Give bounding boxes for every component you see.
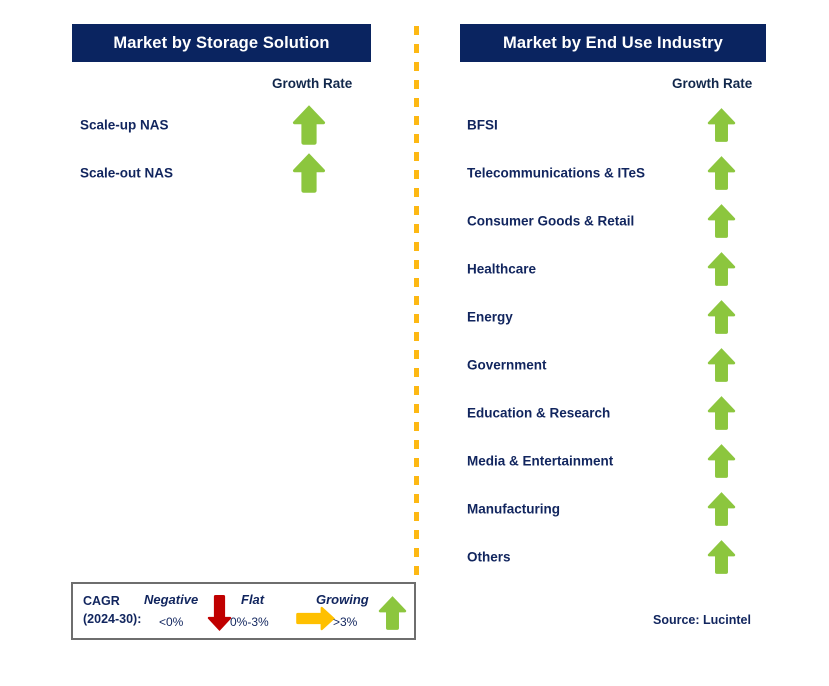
table-row: Telecommunications & ITeS — [419, 149, 829, 197]
growth-rate-column-header: Growth Rate — [272, 76, 353, 91]
legend-range-growing: >3% — [333, 615, 358, 629]
row-label: Telecommunications & ITeS — [467, 165, 646, 181]
arrow-up-icon — [707, 443, 736, 479]
row-label: Consumer Goods & Retail — [467, 213, 635, 229]
row-label: Education & Research — [467, 405, 611, 421]
row-label: Energy — [467, 309, 513, 325]
arrow-up-icon — [292, 104, 326, 146]
panel-end-use-industry: Market by End Use Industry Growth Rate B… — [419, 0, 829, 686]
table-row: Education & Research — [419, 389, 829, 437]
legend-term-growing: Growing — [316, 592, 369, 607]
legend-cagr-line1: CAGR — [83, 594, 120, 608]
arrow-up-icon — [378, 593, 407, 638]
legend-term-negative: Negative — [144, 592, 199, 607]
arrow-up-icon — [707, 347, 736, 383]
panel-storage-solution-title: Market by Storage Solution — [72, 24, 371, 62]
row-label: BFSI — [467, 117, 498, 133]
row-label: Manufacturing — [467, 501, 560, 517]
source-attribution: Source: Lucintel — [653, 613, 751, 627]
legend-range-flat: 0%-3% — [230, 615, 269, 629]
arrow-down-icon — [207, 594, 232, 637]
table-row: Scale-up NAS — [0, 101, 410, 149]
table-row: Scale-out NAS — [0, 149, 410, 197]
arrow-up-icon — [707, 539, 736, 575]
table-row: BFSI — [419, 101, 829, 149]
legend-cagr-line2: (2024-30): — [83, 612, 142, 626]
arrow-right-icon — [295, 606, 336, 636]
table-row: Consumer Goods & Retail — [419, 197, 829, 245]
table-row: Government — [419, 341, 829, 389]
table-row: Energy — [419, 293, 829, 341]
arrow-up-icon — [707, 251, 736, 287]
row-label: Scale-out NAS — [80, 165, 174, 181]
growth-rate-column-header: Growth Rate — [672, 76, 753, 91]
row-label: Others — [467, 549, 511, 565]
legend-term-flat: Flat — [241, 592, 265, 607]
arrow-up-icon — [707, 395, 736, 431]
arrow-up-icon — [707, 107, 736, 143]
row-label: Government — [467, 357, 547, 373]
row-label: Scale-up NAS — [80, 117, 169, 133]
arrow-up-icon — [707, 155, 736, 191]
row-label: Healthcare — [467, 261, 537, 277]
arrow-up-icon — [707, 299, 736, 335]
legend-range-negative: <0% — [159, 615, 184, 629]
arrow-up-icon — [707, 203, 736, 239]
panel-end-use-industry-title: Market by End Use Industry — [460, 24, 766, 62]
legend-cagr-label: CAGR (2024-30): — [83, 592, 141, 628]
arrow-up-icon — [292, 152, 326, 194]
row-label: Media & Entertainment — [467, 453, 614, 469]
table-row: Manufacturing — [419, 485, 829, 533]
table-row: Media & Entertainment — [419, 437, 829, 485]
arrow-up-icon — [707, 491, 736, 527]
table-row: Healthcare — [419, 245, 829, 293]
table-row: Others — [419, 533, 829, 581]
cagr-legend: CAGR (2024-30): Negative <0% Flat 0%-3% … — [71, 582, 416, 640]
